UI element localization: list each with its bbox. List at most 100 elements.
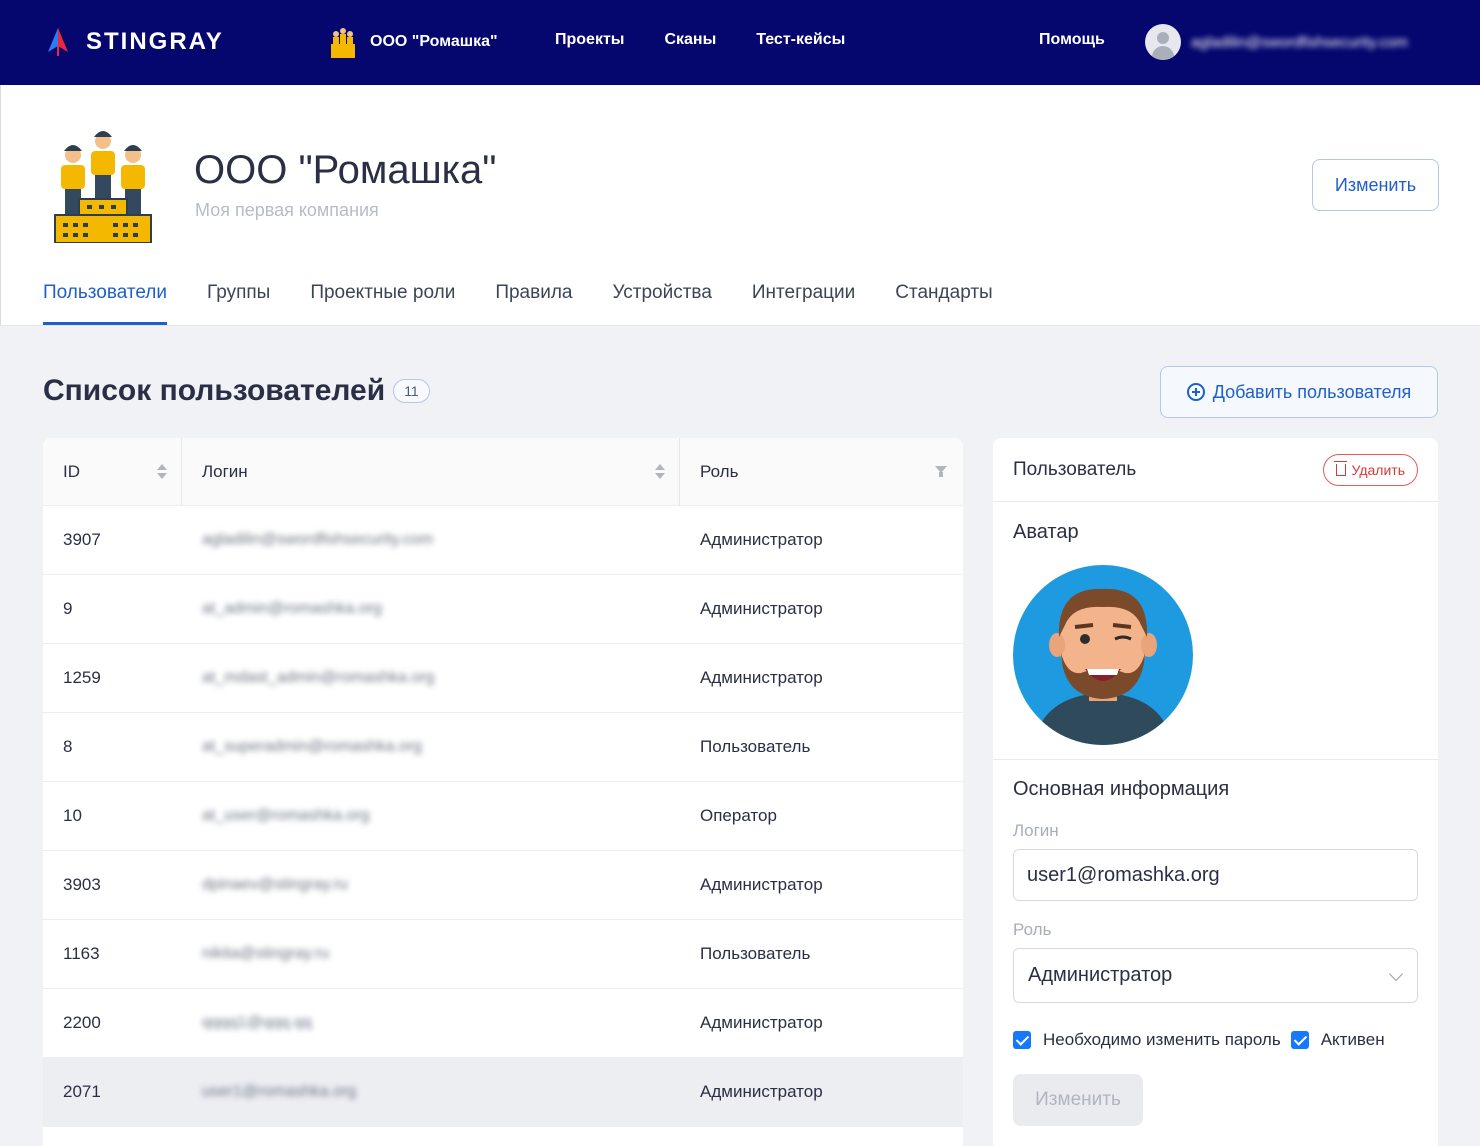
users-list-title-text: Список пользователей bbox=[43, 374, 386, 407]
main-nav: Проекты Сканы Тест-кейсы bbox=[555, 31, 845, 49]
info-section-title: Основная информация bbox=[1013, 778, 1230, 800]
checkbox-row: Необходимо изменить пароль Активен bbox=[1013, 1030, 1385, 1050]
delete-label: Удалить bbox=[1351, 461, 1405, 478]
panel-header: Пользователь Удалить bbox=[993, 438, 1438, 502]
table-row[interactable]: 3907 agladilin@swordfishsecurity.com Адм… bbox=[43, 506, 963, 575]
table-row[interactable]: 1259 at_mdast_admin@romashka.org Админис… bbox=[43, 644, 963, 713]
users-list-title: Список пользователей 11 bbox=[43, 374, 430, 408]
cell-login: dpinaev@stingray.ru bbox=[202, 876, 348, 893]
avatar-label: Аватар bbox=[1013, 521, 1079, 543]
user-avatar-image[interactable] bbox=[1013, 565, 1193, 745]
save-user-button[interactable]: Изменить bbox=[1013, 1074, 1143, 1126]
sort-icon[interactable] bbox=[655, 464, 665, 480]
cell-role: Пользователь bbox=[700, 944, 811, 963]
nav-test-cases[interactable]: Тест-кейсы bbox=[756, 31, 845, 49]
tab-rules[interactable]: Правила bbox=[495, 282, 572, 325]
brand-logo[interactable]: STINGRAY bbox=[42, 26, 224, 58]
cell-id: 8 bbox=[63, 737, 73, 756]
chevron-down-icon bbox=[1388, 966, 1404, 982]
cell-login: qqqq1@qqq.qq bbox=[202, 1014, 312, 1031]
column-header-role[interactable]: Роль bbox=[679, 438, 963, 505]
cell-login: at_user@romashka.org bbox=[202, 807, 370, 824]
cell-role: Администратор bbox=[700, 599, 823, 618]
role-select[interactable]: Администратор bbox=[1013, 948, 1418, 1003]
table-row[interactable]: 10 at_user@romashka.org Оператор bbox=[43, 782, 963, 851]
add-user-label: Добавить пользователя bbox=[1212, 381, 1412, 402]
cell-login: nikita@stingray.ru bbox=[202, 945, 330, 962]
cell-role: Администратор bbox=[700, 875, 823, 894]
tab-integrations[interactable]: Интеграции bbox=[752, 282, 855, 325]
cell-role: Администратор bbox=[700, 530, 823, 549]
top-navbar: STINGRAY ООО "Ромашка" Проекты Сканы Тес… bbox=[0, 0, 1480, 85]
users-table: ID Логин Роль 3907 agladilin@swordfishse… bbox=[43, 438, 963, 1146]
add-user-button[interactable]: Добавить пользователя bbox=[1160, 366, 1438, 418]
cell-id: 1259 bbox=[63, 668, 101, 687]
column-header-role-label: Роль bbox=[700, 461, 739, 481]
login-label: Логин bbox=[1013, 821, 1059, 840]
user-email: agladilin@swordfishsecurity.com bbox=[1191, 33, 1408, 51]
company-name-label: ООО "Ромашка" bbox=[370, 33, 498, 50]
user-detail-panel: Пользователь Удалить Аватар Основная инф… bbox=[993, 438, 1438, 1146]
cell-id: 10 bbox=[63, 806, 82, 825]
company-subtitle: Моя первая компания bbox=[195, 200, 379, 220]
tab-devices[interactable]: Устройства bbox=[612, 282, 711, 325]
nav-projects[interactable]: Проекты bbox=[555, 31, 624, 49]
nav-scans[interactable]: Сканы bbox=[664, 31, 716, 49]
change-password-label: Необходимо изменить пароль bbox=[1043, 1030, 1281, 1049]
role-select-value: Администратор bbox=[1028, 964, 1173, 986]
column-header-id[interactable]: ID bbox=[43, 438, 181, 505]
cell-login: at_admin@romashka.org bbox=[202, 600, 382, 617]
plus-circle-icon bbox=[1186, 383, 1205, 401]
edit-company-button[interactable]: Изменить bbox=[1312, 159, 1439, 211]
cell-id: 9 bbox=[63, 599, 73, 618]
role-label: Роль bbox=[1013, 920, 1052, 939]
company-avatar-icon bbox=[54, 131, 152, 243]
column-header-login[interactable]: Логин bbox=[181, 438, 679, 505]
cell-role: Оператор bbox=[700, 806, 777, 825]
table-row[interactable]: 3903 dpinaev@stingray.ru Администратор bbox=[43, 851, 963, 920]
table-row-selected[interactable]: 2071 user1@romashka.org Администратор bbox=[43, 1058, 963, 1127]
cell-id: 2200 bbox=[63, 1013, 101, 1032]
column-header-id-label: ID bbox=[63, 461, 80, 481]
cell-id: 3907 bbox=[63, 530, 101, 549]
brand-name: STINGRAY bbox=[86, 28, 224, 55]
tab-standards[interactable]: Стандарты bbox=[895, 282, 992, 325]
tab-users[interactable]: Пользователи bbox=[43, 282, 168, 325]
cell-role: Администратор bbox=[700, 1013, 823, 1032]
table-row[interactable]: 2200 qqqq1@qqq.qq Администратор bbox=[43, 989, 963, 1058]
active-label: Активен bbox=[1320, 1030, 1385, 1049]
company-switcher[interactable]: ООО "Ромашка" bbox=[328, 26, 498, 58]
company-logo-icon bbox=[331, 28, 355, 58]
user-menu[interactable]: agladilin@swordfishsecurity.com bbox=[1145, 24, 1408, 60]
delete-user-button[interactable]: Удалить bbox=[1322, 453, 1418, 486]
tab-project-roles[interactable]: Проектные роли bbox=[310, 282, 455, 325]
cell-login: user1@romashka.org bbox=[202, 1083, 357, 1100]
cell-role: Администратор bbox=[700, 1082, 823, 1101]
sort-icon[interactable] bbox=[157, 464, 167, 480]
company-title: ООО "Ромашка" bbox=[194, 148, 497, 192]
stingray-logo-icon bbox=[48, 28, 68, 56]
active-checkbox[interactable] bbox=[1290, 1031, 1309, 1049]
users-count-badge: 11 bbox=[393, 379, 430, 403]
cell-id: 2071 bbox=[63, 1082, 101, 1101]
column-header-login-label: Логин bbox=[202, 461, 248, 481]
cell-role: Администратор bbox=[700, 668, 823, 687]
cell-login: at_superadmin@romashka.org bbox=[202, 738, 422, 755]
change-password-checkbox[interactable] bbox=[1013, 1031, 1031, 1049]
cell-role: Пользователь bbox=[700, 737, 811, 756]
company-header: ООО "Ромашка" Моя первая компания Измени… bbox=[0, 85, 1480, 326]
cell-login: at_mdast_admin@romashka.org bbox=[202, 669, 435, 686]
table-row[interactable]: 8 at_superadmin@romashka.org Пользовател… bbox=[43, 713, 963, 782]
panel-title: Пользователь bbox=[1013, 458, 1137, 480]
trash-icon bbox=[1333, 460, 1347, 476]
cell-id: 1163 bbox=[63, 944, 100, 963]
filter-icon[interactable] bbox=[935, 466, 947, 478]
table-row[interactable]: 1163 nikita@stingray.ru Пользователь bbox=[43, 920, 963, 989]
table-header: ID Логин Роль bbox=[43, 438, 963, 506]
tab-groups[interactable]: Группы bbox=[207, 282, 270, 325]
company-tabs: Пользователи Группы Проектные роли Прави… bbox=[43, 282, 993, 325]
user-avatar-icon bbox=[1145, 24, 1181, 60]
login-field[interactable] bbox=[1013, 849, 1418, 901]
nav-help[interactable]: Помощь bbox=[1039, 31, 1105, 49]
table-row[interactable]: 9 at_admin@romashka.org Администратор bbox=[43, 575, 963, 644]
